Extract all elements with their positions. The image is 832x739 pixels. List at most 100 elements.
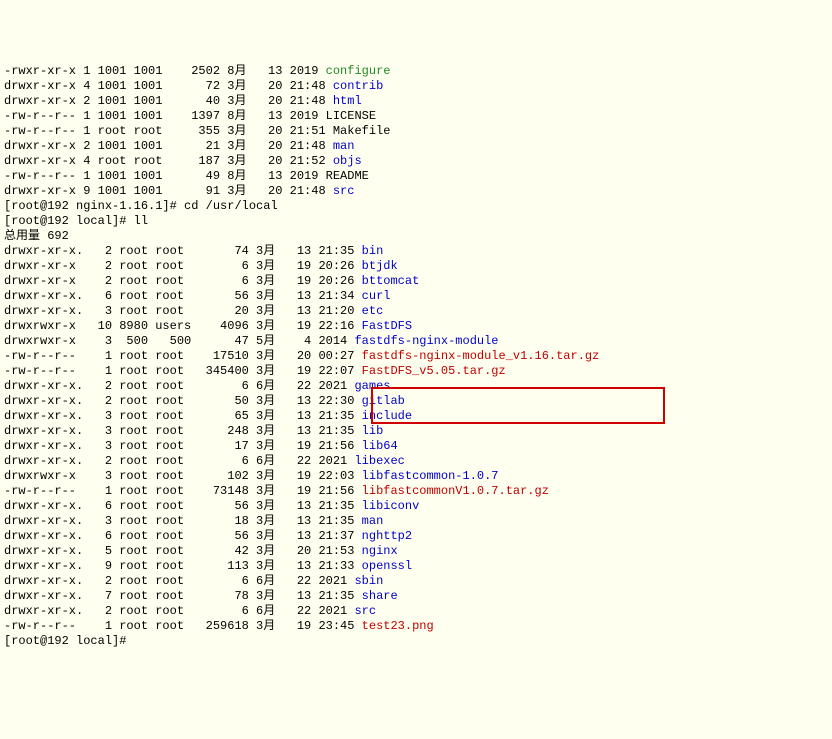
- file-metadata: drwxr-xr-x. 3 root root 20 3月 13 21:20: [4, 304, 362, 318]
- file-metadata: drwxr-xr-x. 3 root root 17 3月 19 21:56: [4, 439, 362, 453]
- terminal-line: drwxrwxr-x 10 8980 users 4096 3月 19 22:1…: [4, 319, 828, 334]
- terminal-line: drwxr-xr-x. 3 root root 20 3月 13 21:20 e…: [4, 304, 828, 319]
- file-name: lib64: [362, 439, 398, 453]
- file-metadata: drwxrwxr-x 3 root root 102 3月 19 22:03: [4, 469, 362, 483]
- file-metadata: drwxr-xr-x. 5 root root 42 3月 20 21:53: [4, 544, 362, 558]
- file-name: src: [333, 184, 355, 198]
- file-metadata: drwxr-xr-x 2 1001 1001 21 3月 20 21:48: [4, 139, 333, 153]
- terminal-line: -rw-r--r-- 1 root root 73148 3月 19 21:56…: [4, 484, 828, 499]
- file-name: libfastcommonV1.0.7.tar.gz: [362, 484, 549, 498]
- file-metadata: drwxr-xr-x. 3 root root 18 3月 13 21:35: [4, 514, 362, 528]
- file-name: btjdk: [362, 259, 398, 273]
- file-metadata: -rw-r--r-- 1 root root 355 3月 20 21:51 M…: [4, 124, 390, 138]
- terminal-line: drwxr-xr-x 9 1001 1001 91 3月 20 21:48 sr…: [4, 184, 828, 199]
- file-name: fastdfs-nginx-module: [354, 334, 498, 348]
- file-metadata: -rw-r--r-- 1 root root 345400 3月 19 22:0…: [4, 364, 362, 378]
- file-name: test23.png: [362, 619, 434, 633]
- file-name: libfastcommon-1.0.7: [362, 469, 499, 483]
- file-metadata: -rw-r--r-- 1 root root 17510 3月 20 00:27: [4, 349, 362, 363]
- terminal-line: drwxr-xr-x. 9 root root 113 3月 13 21:33 …: [4, 559, 828, 574]
- terminal-line: drwxr-xr-x. 2 root root 6 6月 22 2021 sbi…: [4, 574, 828, 589]
- file-name: FastDFS_v5.05.tar.gz: [362, 364, 506, 378]
- terminal-line: drwxr-xr-x. 6 root root 56 3月 13 21:37 n…: [4, 529, 828, 544]
- file-name: man: [333, 139, 355, 153]
- terminal-line: drwxrwxr-x 3 500 500 47 5月 4 2014 fastdf…: [4, 334, 828, 349]
- file-metadata: -rw-r--r-- 1 1001 1001 1397 8月 13 2019 L…: [4, 109, 376, 123]
- file-name: bttomcat: [362, 274, 420, 288]
- file-name: man: [362, 514, 384, 528]
- file-metadata: drwxr-xr-x 4 root root 187 3月 20 21:52: [4, 154, 333, 168]
- terminal-line: -rw-r--r-- 1 root root 259618 3月 19 23:4…: [4, 619, 828, 634]
- terminal-line: -rw-r--r-- 1 root root 345400 3月 19 22:0…: [4, 364, 828, 379]
- file-name: contrib: [333, 79, 383, 93]
- terminal-line: drwxr-xr-x. 7 root root 78 3月 13 21:35 s…: [4, 589, 828, 604]
- file-metadata: drwxr-xr-x 2 root root 6 3月 19 20:26: [4, 274, 362, 288]
- terminal-line: drwxr-xr-x. 6 root root 56 3月 13 21:35 l…: [4, 499, 828, 514]
- file-name: FastDFS: [362, 319, 412, 333]
- file-name: configure: [326, 64, 391, 78]
- file-metadata: drwxr-xr-x. 2 root root 6 6月 22 2021: [4, 574, 354, 588]
- file-metadata: drwxr-xr-x 2 root root 6 3月 19 20:26: [4, 259, 362, 273]
- file-metadata: drwxr-xr-x. 2 root root 6 6月 22 2021: [4, 454, 354, 468]
- terminal-line: drwxr-xr-x. 2 root root 6 6月 22 2021 gam…: [4, 379, 828, 394]
- file-name: bin: [362, 244, 384, 258]
- shell-prompt: [root@192 nginx-1.16.1]# cd /usr/local: [4, 199, 828, 214]
- total-line: 总用量 692: [4, 229, 828, 244]
- file-name: nghttp2: [362, 529, 412, 543]
- file-metadata: drwxr-xr-x. 2 root root 50 3月 13 22:30: [4, 394, 362, 408]
- terminal-line: drwxr-xr-x. 6 root root 56 3月 13 21:34 c…: [4, 289, 828, 304]
- file-name: sbin: [354, 574, 383, 588]
- file-name: gitlab: [362, 394, 405, 408]
- file-name: html: [333, 94, 362, 108]
- file-metadata: drwxr-xr-x. 3 root root 65 3月 13 21:35: [4, 409, 362, 423]
- file-metadata: drwxr-xr-x 2 1001 1001 40 3月 20 21:48: [4, 94, 333, 108]
- file-metadata: -rw-r--r-- 1 root root 259618 3月 19 23:4…: [4, 619, 362, 633]
- shell-prompt: [root@192 local]#: [4, 634, 828, 649]
- file-name: share: [362, 589, 398, 603]
- file-metadata: drwxr-xr-x. 9 root root 113 3月 13 21:33: [4, 559, 362, 573]
- file-metadata: -rwxr-xr-x 1 1001 1001 2502 8月 13 2019: [4, 64, 326, 78]
- file-name: games: [354, 379, 390, 393]
- file-name: lib: [362, 424, 384, 438]
- terminal-line: drwxr-xr-x 4 root root 187 3月 20 21:52 o…: [4, 154, 828, 169]
- terminal-line: drwxrwxr-x 3 root root 102 3月 19 22:03 l…: [4, 469, 828, 484]
- terminal-line: -rwxr-xr-x 1 1001 1001 2502 8月 13 2019 c…: [4, 64, 828, 79]
- terminal-line: -rw-r--r-- 1 1001 1001 1397 8月 13 2019 L…: [4, 109, 828, 124]
- file-name: fastdfs-nginx-module_v1.16.tar.gz: [362, 349, 600, 363]
- terminal-line: drwxr-xr-x. 5 root root 42 3月 20 21:53 n…: [4, 544, 828, 559]
- file-metadata: -rw-r--r-- 1 root root 73148 3月 19 21:56: [4, 484, 362, 498]
- terminal-line: drwxr-xr-x. 2 root root 6 6月 22 2021 lib…: [4, 454, 828, 469]
- terminal-line: drwxr-xr-x. 3 root root 17 3月 19 21:56 l…: [4, 439, 828, 454]
- file-name: curl: [362, 289, 391, 303]
- terminal-output[interactable]: -rwxr-xr-x 1 1001 1001 2502 8月 13 2019 c…: [4, 64, 828, 649]
- file-metadata: drwxr-xr-x. 2 root root 6 6月 22 2021: [4, 379, 354, 393]
- terminal-line: drwxr-xr-x 4 1001 1001 72 3月 20 21:48 co…: [4, 79, 828, 94]
- terminal-line: drwxr-xr-x. 3 root root 18 3月 13 21:35 m…: [4, 514, 828, 529]
- terminal-line: -rw-r--r-- 1 root root 355 3月 20 21:51 M…: [4, 124, 828, 139]
- terminal-line: drwxr-xr-x 2 root root 6 3月 19 20:26 btt…: [4, 274, 828, 289]
- terminal-line: drwxr-xr-x. 3 root root 248 3月 13 21:35 …: [4, 424, 828, 439]
- terminal-line: drwxr-xr-x 2 1001 1001 40 3月 20 21:48 ht…: [4, 94, 828, 109]
- terminal-line: drwxr-xr-x. 2 root root 6 6月 22 2021 src: [4, 604, 828, 619]
- file-metadata: drwxr-xr-x. 2 root root 6 6月 22 2021: [4, 604, 354, 618]
- terminal-line: drwxr-xr-x. 3 root root 65 3月 13 21:35 i…: [4, 409, 828, 424]
- file-name: openssl: [362, 559, 412, 573]
- file-metadata: drwxr-xr-x. 2 root root 74 3月 13 21:35: [4, 244, 362, 258]
- file-metadata: drwxrwxr-x 10 8980 users 4096 3月 19 22:1…: [4, 319, 362, 333]
- terminal-line: -rw-r--r-- 1 1001 1001 49 8月 13 2019 REA…: [4, 169, 828, 184]
- file-metadata: drwxr-xr-x. 6 root root 56 3月 13 21:34: [4, 289, 362, 303]
- terminal-line: drwxr-xr-x 2 root root 6 3月 19 20:26 btj…: [4, 259, 828, 274]
- file-metadata: drwxr-xr-x 9 1001 1001 91 3月 20 21:48: [4, 184, 333, 198]
- shell-prompt: [root@192 local]# ll: [4, 214, 828, 229]
- terminal-line: -rw-r--r-- 1 root root 17510 3月 20 00:27…: [4, 349, 828, 364]
- file-name: nginx: [362, 544, 398, 558]
- file-metadata: drwxr-xr-x. 7 root root 78 3月 13 21:35: [4, 589, 362, 603]
- file-metadata: drwxr-xr-x. 3 root root 248 3月 13 21:35: [4, 424, 362, 438]
- file-name: src: [354, 604, 376, 618]
- file-name: etc: [362, 304, 384, 318]
- file-metadata: -rw-r--r-- 1 1001 1001 49 8月 13 2019 REA…: [4, 169, 369, 183]
- file-metadata: drwxr-xr-x. 6 root root 56 3月 13 21:37: [4, 529, 362, 543]
- file-name: objs: [333, 154, 362, 168]
- file-name: libexec: [354, 454, 404, 468]
- file-name: include: [362, 409, 412, 423]
